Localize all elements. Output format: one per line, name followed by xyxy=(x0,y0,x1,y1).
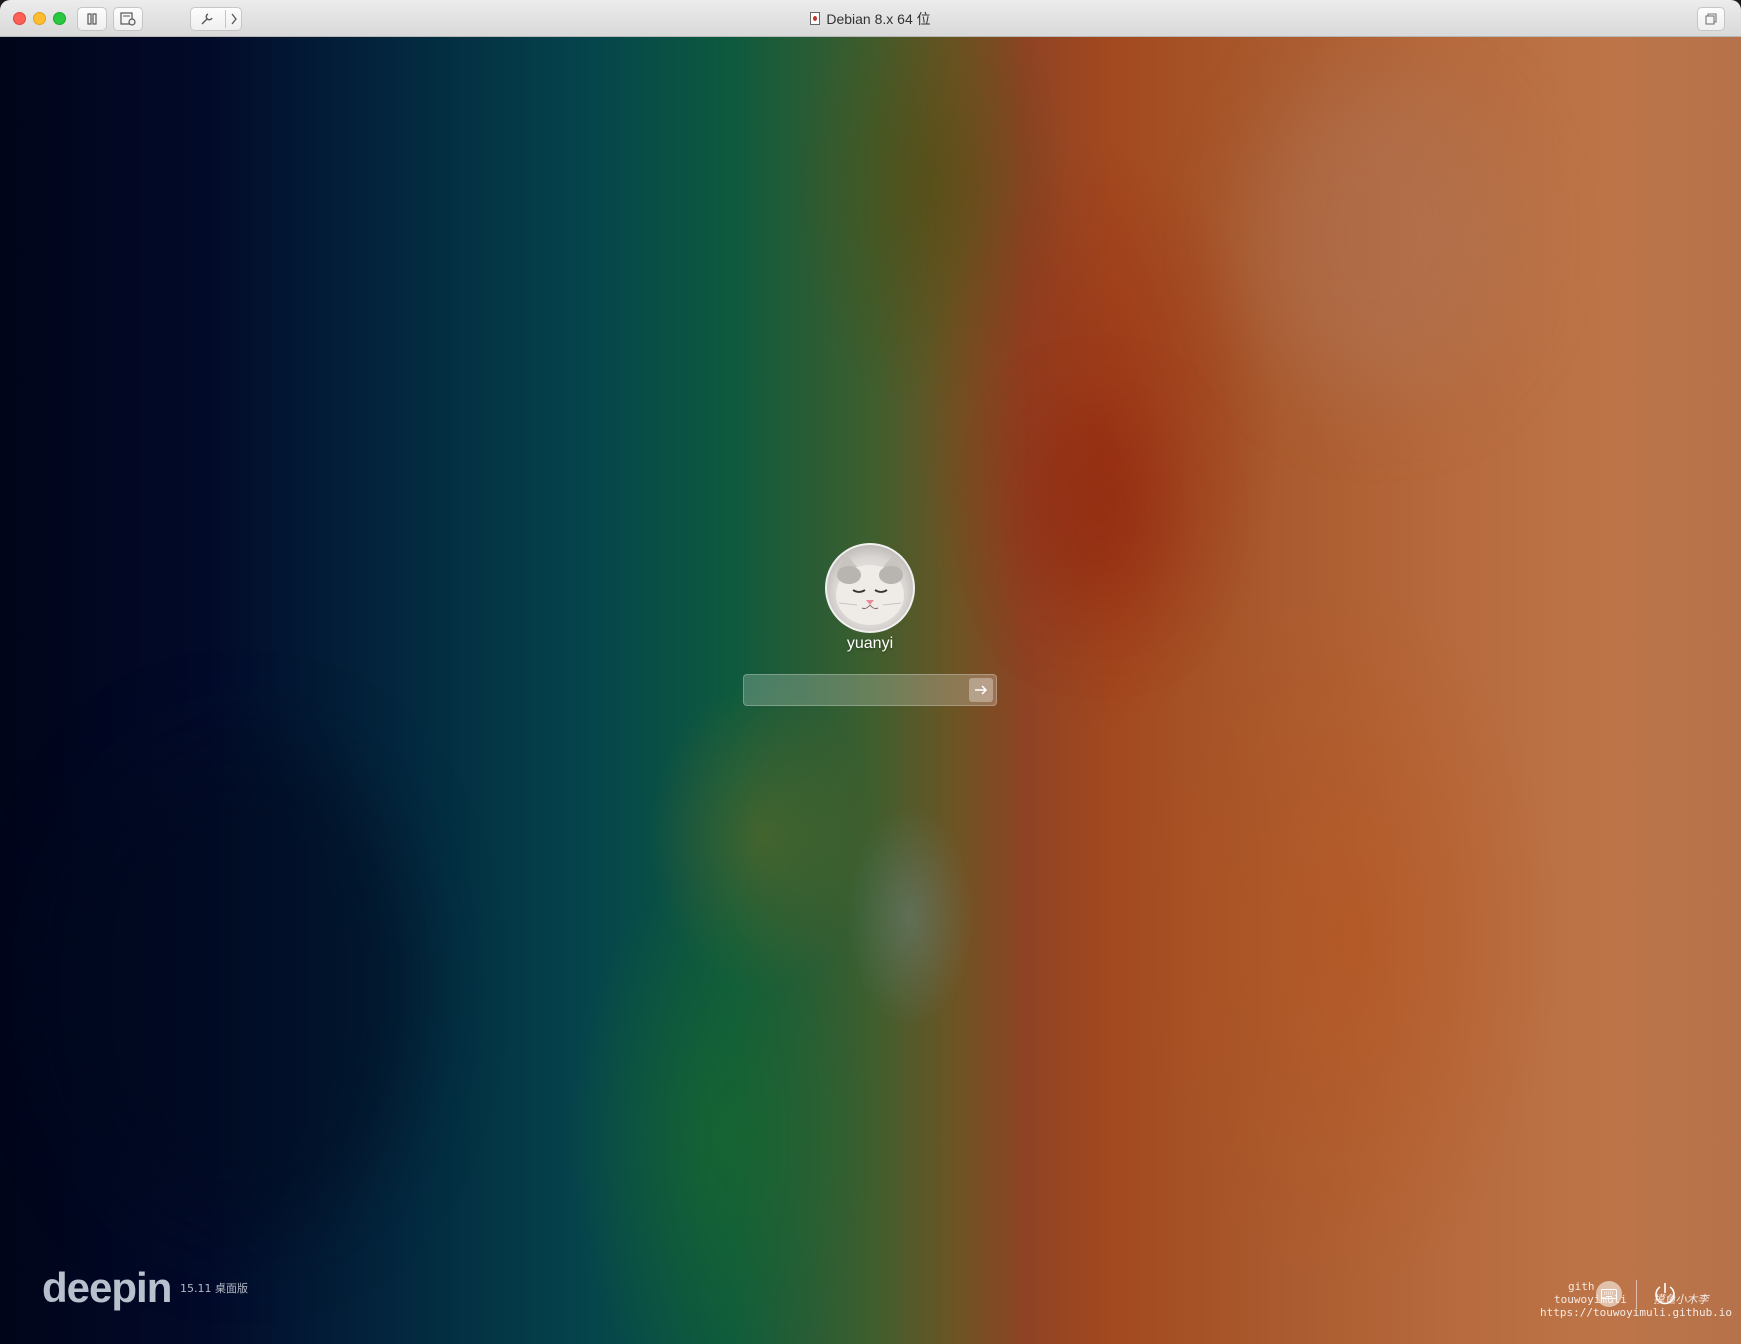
version-label: 15.11 桌面版 xyxy=(180,1282,248,1295)
vm-window: Debian 8.x 64 位 yuanyi deepin 15.11 桌面版 … xyxy=(0,0,1741,1344)
vm-document-icon xyxy=(810,12,821,25)
watermark: gith touwoyimuli 摸鱼小木李 https://touwoyimu… xyxy=(1540,1280,1733,1319)
keyboard-layout-button[interactable] xyxy=(1596,1281,1622,1307)
keyboard-icon xyxy=(1601,1289,1617,1299)
wallpaper-blotch xyxy=(60,737,420,1237)
watermark-line-3: https://touwoyimuli.github.io xyxy=(1540,1306,1733,1319)
deepin-logo: deepin xyxy=(42,1264,172,1311)
title-bar: Debian 8.x 64 位 xyxy=(0,0,1741,37)
power-button[interactable] xyxy=(1652,1281,1678,1307)
wallpaper-blotch xyxy=(1040,417,1160,617)
password-input[interactable] xyxy=(744,675,964,705)
username-label: yuanyi xyxy=(846,635,894,652)
tray-divider xyxy=(1636,1280,1637,1308)
watermark-line-2: touwoyimuli 摸鱼小木李 xyxy=(1540,1293,1725,1306)
watermark-line-1: gith xyxy=(1568,1280,1595,1293)
power-icon xyxy=(1655,1283,1675,1305)
window-title-text: Debian 8.x 64 位 xyxy=(826,10,931,27)
login-submit-button[interactable] xyxy=(969,678,993,702)
cat-avatar-image xyxy=(836,553,904,625)
arrow-right-icon xyxy=(975,685,988,695)
password-field[interactable] xyxy=(743,674,997,706)
wallpaper-blotch xyxy=(1250,77,1510,397)
fullscreen-button[interactable] xyxy=(1697,7,1725,31)
restore-window-icon xyxy=(1705,13,1717,25)
user-avatar[interactable] xyxy=(825,543,915,633)
window-title: Debian 8.x 64 位 xyxy=(0,0,1741,37)
